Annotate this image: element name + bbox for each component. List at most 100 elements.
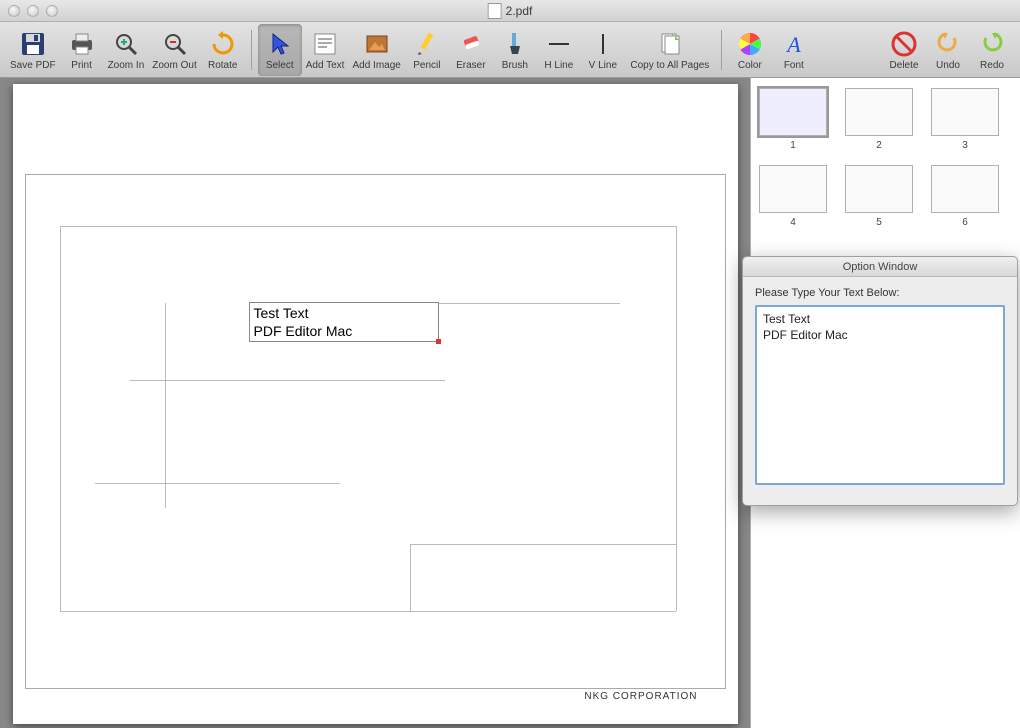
option-window-title: Option Window: [743, 257, 1017, 277]
pdf-page[interactable]: NKG CORPORATION Test Text PDF Editor Mac: [13, 84, 738, 724]
save-pdf-button[interactable]: Save PDF: [6, 24, 60, 76]
v-line-button[interactable]: V Line: [581, 24, 625, 76]
zoom-out-icon: [160, 29, 190, 59]
thumbnail-image: [759, 88, 827, 136]
thumbnail-label: 2: [845, 140, 913, 151]
option-window-body: Please Type Your Text Below:: [743, 277, 1017, 498]
select-label: Select: [266, 60, 294, 71]
thumbnail-image: [759, 165, 827, 213]
eraser-label: Eraser: [456, 60, 485, 71]
thumbnail[interactable]: 2: [845, 88, 913, 151]
add-text-icon: [310, 29, 340, 59]
thumbnail-image: [931, 165, 999, 213]
pencil-button[interactable]: Pencil: [405, 24, 449, 76]
thumbnail[interactable]: 3: [931, 88, 999, 151]
window-controls: [8, 5, 58, 17]
print-icon: [67, 29, 97, 59]
thumbnail-image: [931, 88, 999, 136]
zoom-in-button[interactable]: Zoom In: [104, 24, 149, 76]
engineering-drawing: [25, 174, 726, 689]
toolbar-separator: [251, 30, 252, 70]
document-icon: [488, 3, 502, 19]
thumbnail-label: 3: [931, 140, 999, 151]
rotate-icon: [208, 29, 238, 59]
color-button[interactable]: Color: [728, 24, 772, 76]
v-line-icon: [588, 29, 618, 59]
add-image-label: Add Image: [352, 60, 400, 71]
delete-icon: [889, 29, 919, 59]
zoom-in-label: Zoom In: [108, 60, 145, 71]
print-button[interactable]: Print: [60, 24, 104, 76]
resize-handle[interactable]: [436, 339, 441, 344]
thumbnail[interactable]: 4: [759, 165, 827, 228]
zoom-in-icon: [111, 29, 141, 59]
add-image-icon: [362, 29, 392, 59]
v-line-label: V Line: [589, 60, 617, 71]
zoom-out-label: Zoom Out: [152, 60, 196, 71]
thumbnail-image: [845, 165, 913, 213]
select-button[interactable]: Select: [258, 24, 302, 76]
option-prompt-label: Please Type Your Text Below:: [755, 287, 1005, 299]
close-button[interactable]: [8, 5, 20, 17]
brush-icon: [500, 29, 530, 59]
save-label: Save PDF: [10, 60, 56, 71]
redo-icon: [977, 29, 1007, 59]
brush-button[interactable]: Brush: [493, 24, 537, 76]
add-image-button[interactable]: Add Image: [348, 24, 404, 76]
font-label: Font: [784, 60, 804, 71]
minimize-button[interactable]: [27, 5, 39, 17]
add-text-button[interactable]: Add Text: [302, 24, 349, 76]
h-line-label: H Line: [544, 60, 573, 71]
h-line-button[interactable]: H Line: [537, 24, 581, 76]
redo-button[interactable]: Redo: [970, 24, 1014, 76]
rotate-label: Rotate: [208, 60, 237, 71]
font-icon: A: [779, 29, 809, 59]
eraser-button[interactable]: Eraser: [449, 24, 493, 76]
pencil-icon: [412, 29, 442, 59]
thumbnail[interactable]: 6: [931, 165, 999, 228]
undo-button[interactable]: Undo: [926, 24, 970, 76]
rotate-button[interactable]: Rotate: [201, 24, 245, 76]
option-text-input[interactable]: [755, 305, 1005, 485]
thumbnail[interactable]: 1: [759, 88, 827, 151]
zoom-out-button[interactable]: Zoom Out: [148, 24, 200, 76]
annotation-line2: PDF Editor Mac: [254, 323, 434, 341]
window-title: 2.pdf: [488, 3, 533, 19]
toolbar: Save PDF Print Zoom In Zoom Out Rotate S…: [0, 22, 1020, 78]
text-annotation[interactable]: Test Text PDF Editor Mac: [249, 302, 439, 342]
brush-label: Brush: [502, 60, 528, 71]
thumbnail-label: 4: [759, 217, 827, 228]
delete-button[interactable]: Delete: [882, 24, 926, 76]
copy-all-label: Copy to All Pages: [630, 60, 709, 71]
redo-label: Redo: [980, 60, 1004, 71]
thumbnail-image: [845, 88, 913, 136]
pencil-label: Pencil: [413, 60, 440, 71]
copy-all-pages-button[interactable]: Copy to All Pages: [625, 24, 715, 76]
eraser-icon: [456, 29, 486, 59]
annotation-line1: Test Text: [254, 305, 434, 323]
thumbnail[interactable]: 5: [845, 165, 913, 228]
font-button[interactable]: A Font: [772, 24, 816, 76]
h-line-icon: [544, 29, 574, 59]
save-icon: [18, 29, 48, 59]
option-window[interactable]: Option Window Please Type Your Text Belo…: [742, 256, 1018, 506]
delete-label: Delete: [890, 60, 919, 71]
thumbnail-label: 6: [931, 217, 999, 228]
zoom-button[interactable]: [46, 5, 58, 17]
canvas-area[interactable]: NKG CORPORATION Test Text PDF Editor Mac: [0, 78, 750, 728]
print-label: Print: [71, 60, 92, 71]
corporation-label: NKG CORPORATION: [584, 691, 697, 702]
thumbnail-label: 5: [845, 217, 913, 228]
copy-all-icon: [655, 29, 685, 59]
svg-text:A: A: [785, 32, 801, 57]
color-label: Color: [738, 60, 762, 71]
toolbar-separator: [721, 30, 722, 70]
add-text-label: Add Text: [306, 60, 345, 71]
thumbnail-label: 1: [759, 140, 827, 151]
select-icon: [265, 29, 295, 59]
titlebar: 2.pdf: [0, 0, 1020, 22]
undo-label: Undo: [936, 60, 960, 71]
color-icon: [735, 29, 765, 59]
window-title-text: 2.pdf: [506, 4, 533, 18]
undo-icon: [933, 29, 963, 59]
